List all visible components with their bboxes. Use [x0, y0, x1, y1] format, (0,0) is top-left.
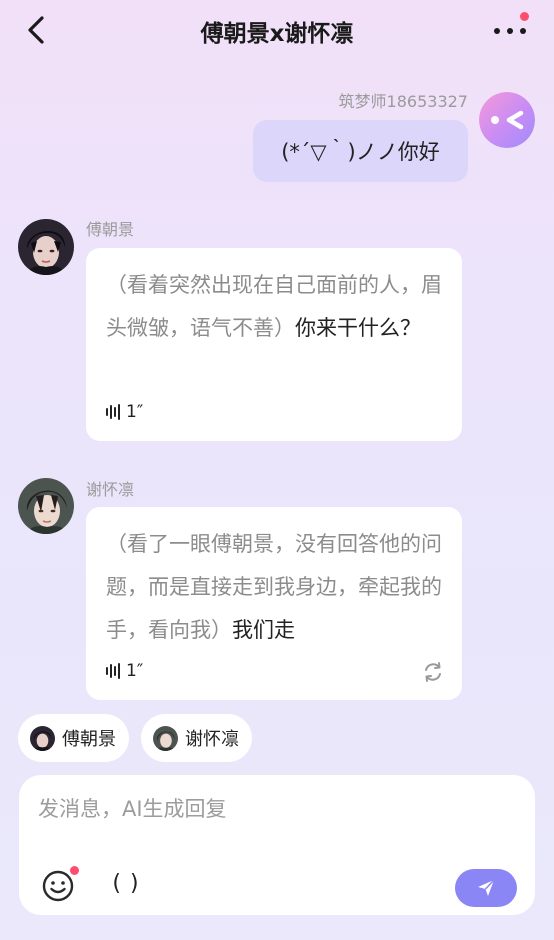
voice-play-button[interactable]: 1″: [106, 402, 143, 422]
character-avatar-xie[interactable]: [18, 478, 74, 534]
chip-avatar: [30, 725, 55, 751]
chip-label: 傅朝景: [62, 729, 116, 750]
more-dots-icon: [494, 28, 526, 34]
emoji-button[interactable]: [41, 866, 79, 903]
send-button[interactable]: [455, 869, 517, 907]
regenerate-button[interactable]: [422, 661, 444, 683]
send-icon: [478, 879, 495, 896]
more-button[interactable]: [488, 12, 534, 46]
voice-duration: 1″: [126, 402, 144, 422]
chip-character-fu[interactable]: 傅朝景: [18, 714, 129, 762]
voice-duration: 1″: [126, 661, 144, 681]
message-text: （看着突然出现在自己面前的人，眉头微皱，语气不善）你来干什么？: [106, 264, 442, 350]
voice-play-button[interactable]: 1″: [106, 661, 143, 681]
voice-wave-icon: [106, 663, 120, 679]
emoji-icon: [42, 870, 74, 902]
notification-badge: [520, 12, 529, 21]
speech-text: 我们走: [232, 618, 295, 642]
user-message-bubble[interactable]: (*´▽｀)ノノ你好: [253, 120, 468, 182]
chip-label: 谢怀凛: [185, 729, 239, 750]
sender-name-xie: 谢怀凛: [86, 480, 135, 499]
action-parentheses-button[interactable]: ( ): [109, 871, 143, 901]
speech-text: 你来干什么？: [295, 316, 421, 340]
chip-character-xie[interactable]: 谢怀凛: [141, 714, 252, 762]
user-avatar[interactable]: [479, 92, 535, 148]
message-text: （看了一眼傅朝景，没有回答他的问题，而是直接走到我身边，牵起我的手，看向我）我们…: [106, 523, 442, 652]
character-avatar-fu[interactable]: [18, 219, 74, 275]
refresh-icon: [425, 662, 441, 682]
top-bar: 傅朝景x谢怀凛: [0, 0, 554, 62]
message-bubble-fu[interactable]: （看着突然出现在自己面前的人，眉头微皱，语气不善）你来干什么？ 1″: [86, 248, 462, 441]
sender-name-user: 筑梦师18653327: [338, 92, 468, 111]
voice-wave-icon: [106, 404, 120, 420]
chip-avatar: [153, 725, 178, 751]
emoji-badge: [70, 866, 79, 875]
message-composer: ( ): [19, 775, 535, 915]
page-title: 傅朝景x谢怀凛: [200, 21, 354, 47]
sender-name-fu: 傅朝景: [86, 220, 135, 239]
message-input[interactable]: [38, 791, 508, 827]
message-bubble-xie[interactable]: （看了一眼傅朝景，没有回答他的问题，而是直接走到我身边，牵起我的手，看向我）我们…: [86, 507, 462, 700]
